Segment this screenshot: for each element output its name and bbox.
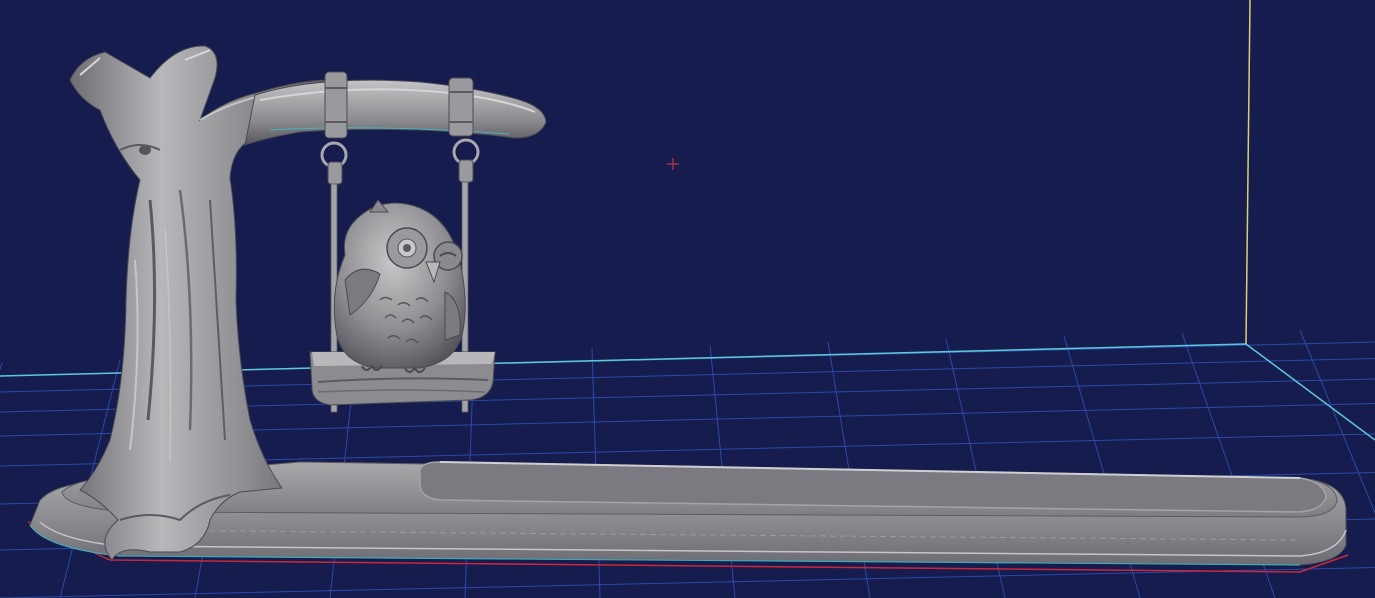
grid-line (0, 362, 3, 371)
crosshair-cursor-icon (667, 158, 679, 170)
owl-figurine[interactable] (333, 199, 466, 373)
swing-ring-right (448, 77, 474, 137)
swing-ring-left (324, 71, 348, 139)
scene-canvas[interactable] (0, 0, 1375, 598)
vertical-axis-line (1245, 0, 1251, 345)
model[interactable] (29, 45, 1347, 566)
grid-line (0, 567, 1375, 598)
3d-viewport[interactable] (0, 0, 1375, 598)
branch[interactable] (244, 71, 547, 146)
